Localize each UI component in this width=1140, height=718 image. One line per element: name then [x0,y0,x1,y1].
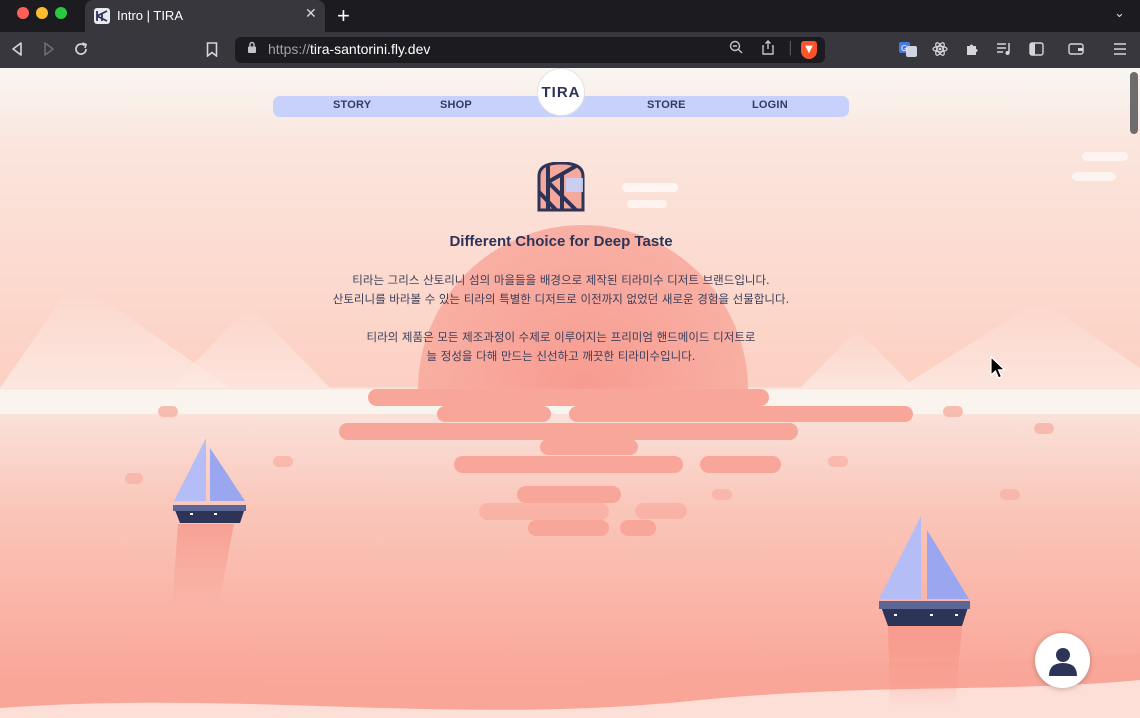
new-tab-button[interactable]: + [337,3,350,29]
user-account-button[interactable] [1035,633,1090,688]
page-scrollbar[interactable] [1130,72,1138,134]
tab-title: Intro | TIRA [117,8,183,23]
wallet-icon[interactable] [1066,39,1086,59]
nav-login[interactable]: LOGIN [752,99,788,111]
logo-text: TIRA [541,83,581,101]
extensions-icon[interactable] [962,39,982,59]
close-window-button[interactable] [17,7,29,19]
svg-text:G: G [901,44,907,53]
cursor-icon [990,355,1007,384]
reload-icon[interactable] [71,39,91,59]
zoom-icon[interactable] [729,40,743,58]
minimize-window-button[interactable] [36,7,48,19]
brave-shield-icon[interactable]: ▼ [801,41,817,59]
page-viewport: STORY SHOP STORE LOGIN TIRA Different Ch… [0,68,1140,718]
zoom-window-button[interactable] [55,7,67,19]
address-bar[interactable]: https://tira-santorini.fly.dev | ▼ [235,37,825,63]
nav-shop[interactable]: SHOP [440,99,472,111]
chevron-down-icon[interactable]: ⌄ [1114,6,1125,21]
tira-logo[interactable]: TIRA [537,68,585,116]
user-icon [1048,647,1077,676]
hero-paragraph-1-line-2: 산토리니를 바라볼 수 있는 티라의 특별한 디저트로 이전까지 없었던 새로운… [332,292,790,306]
forward-icon[interactable] [39,39,59,59]
tira-emblem-icon [536,161,586,216]
translate-icon[interactable]: G [898,39,918,59]
browser-toolbar: https://tira-santorini.fly.dev | ▼ G [0,32,1140,68]
playlist-icon[interactable] [994,39,1014,59]
lock-icon[interactable] [247,41,257,57]
menu-icon[interactable] [1110,39,1130,59]
nav-story[interactable]: STORY [333,99,371,111]
tira-favicon-icon [94,8,110,24]
share-icon[interactable] [762,40,774,59]
bookmark-icon[interactable] [202,39,222,59]
react-devtools-icon[interactable] [930,39,950,59]
hero-paragraph-1-line-1: 티라는 그리스 산토리니 섬의 마을들을 배경으로 제작된 티라미수 디저트 브… [352,273,770,287]
back-icon[interactable] [7,39,27,59]
browser-tab-bar: Intro | TIRA ✕ + ⌄ [0,0,1140,32]
hero-paragraph-2-line-1: 티라의 제품은 모든 제조과정이 수제로 이루어지는 프리미엄 핸드메이드 디저… [366,330,756,344]
browser-tab-active[interactable]: Intro | TIRA ✕ [85,0,325,32]
sidebar-icon[interactable] [1026,39,1046,59]
nav-store[interactable]: STORE [647,99,686,111]
url-text[interactable]: https://tira-santorini.fly.dev [268,41,430,57]
hero-headline: Different Choice for Deep Taste [449,233,673,250]
tab-close-icon[interactable]: ✕ [305,6,317,22]
hero-paragraph-2-line-2: 늘 정성을 다해 만드는 신선하고 깨끗한 티라미수입니다. [426,349,696,363]
